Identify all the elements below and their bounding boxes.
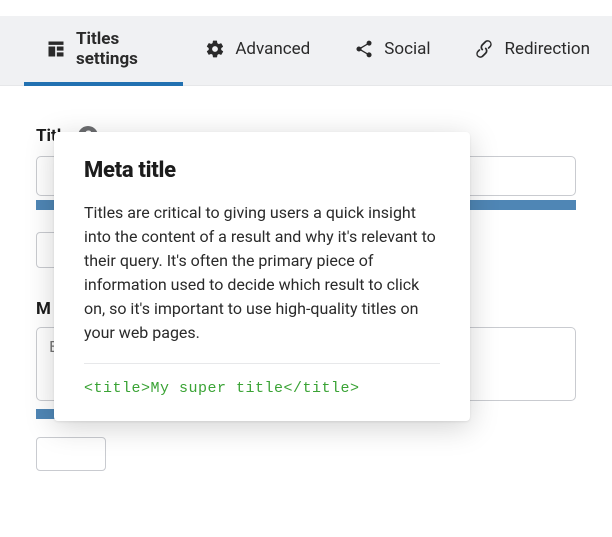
tooltip-divider bbox=[84, 363, 440, 364]
tab-advanced[interactable]: Advanced bbox=[183, 16, 332, 86]
grid-icon bbox=[46, 39, 66, 59]
gear-icon bbox=[205, 39, 225, 59]
tab-label: Social bbox=[384, 39, 430, 59]
meta-label: M bbox=[36, 299, 51, 319]
tab-social[interactable]: Social bbox=[332, 16, 452, 86]
tab-label: Advanced bbox=[235, 39, 310, 59]
tooltip-heading: Meta title bbox=[84, 158, 440, 183]
help-tooltip: Meta title Titles are critical to giving… bbox=[54, 132, 470, 421]
share-icon bbox=[354, 39, 374, 59]
content-area: Title ? M Meta title Titles are critical… bbox=[0, 86, 612, 474]
secondary-action-button[interactable] bbox=[36, 437, 106, 471]
tabs-bar: Titles settings Advanced Social Redirect… bbox=[0, 16, 612, 86]
tab-titles-settings[interactable]: Titles settings bbox=[24, 16, 183, 86]
tooltip-body: Titles are critical to giving users a qu… bbox=[84, 201, 440, 345]
tab-redirection[interactable]: Redirection bbox=[452, 16, 612, 86]
tooltip-code-example: <title>My super title</title> bbox=[84, 380, 440, 397]
link-icon bbox=[474, 39, 494, 59]
tab-label: Redirection bbox=[504, 39, 590, 59]
tab-label: Titles settings bbox=[76, 29, 161, 69]
